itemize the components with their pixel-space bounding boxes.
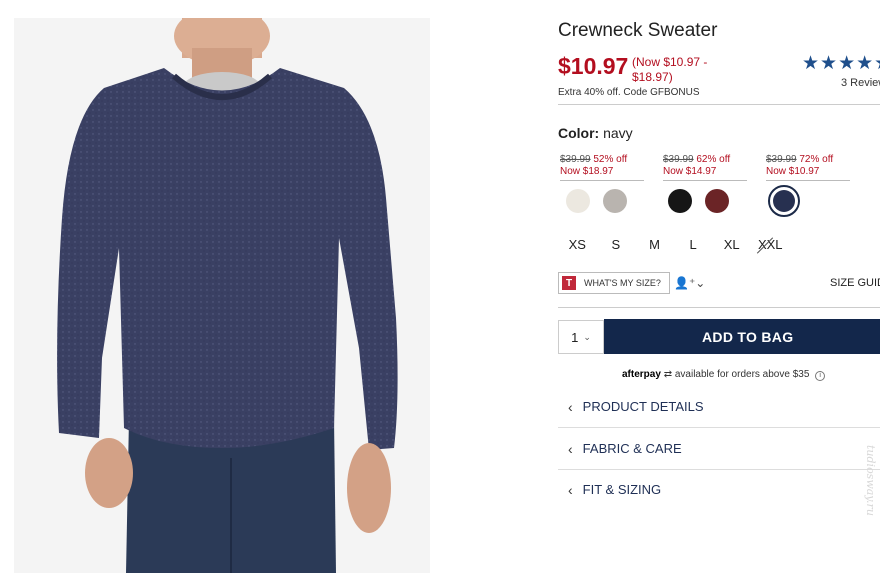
now-price: Now $10.97 <box>766 166 820 177</box>
original-price: $39.99 <box>663 154 694 165</box>
accordion-fabric-care[interactable]: ‹ FABRIC & CARE <box>558 428 880 469</box>
group-divider <box>766 180 850 181</box>
swatch-black[interactable] <box>668 189 692 213</box>
afterpay-logo: afterpay <box>622 369 661 380</box>
afterpay-logo-arrows-icon: ⇄ <box>663 369 673 380</box>
product-page: Crewneck Sweater $10.97 (Now $10.97 - $1… <box>0 0 880 573</box>
price-group-3: $39.99 72% off Now $10.97 <box>766 154 850 181</box>
afterpay-message: afterpay ⇄ available for orders above $3… <box>622 369 826 381</box>
swatch-heather-grey[interactable] <box>603 189 627 213</box>
quantity-value: 1 <box>571 329 579 345</box>
watermark: tudiosway.ru <box>864 445 877 516</box>
divider <box>558 104 880 105</box>
chevron-down-icon: ⌄ <box>583 331 591 342</box>
discount-percent: 72% off <box>799 154 834 165</box>
swatch-oatmeal[interactable] <box>566 189 590 213</box>
price-range: (Now $10.97 - $18.97) <box>632 55 708 84</box>
add-to-bag-button[interactable]: ADD TO BAG <box>604 319 880 354</box>
accordion-fit-sizing[interactable]: ‹ FIT & SIZING <box>558 469 880 510</box>
swatch-burgundy[interactable] <box>705 189 729 213</box>
price-group-1: $39.99 52% off Now $18.97 <box>560 154 644 181</box>
product-title: Crewneck Sweater <box>558 20 718 41</box>
reviews-link[interactable]: 3 Reviews <box>841 77 880 89</box>
accordion-label: FABRIC & CARE <box>582 441 682 456</box>
quantity-select[interactable]: 1 ⌄ <box>558 320 604 354</box>
whats-my-size-label: WHAT'S MY SIZE? <box>584 278 661 288</box>
whats-my-size-button[interactable]: T WHAT'S MY SIZE? <box>558 272 670 294</box>
size-selector: XS S M L XL XXL <box>558 237 790 252</box>
accordion-product-details[interactable]: ‹ PRODUCT DETAILS <box>558 386 880 427</box>
selected-color-name: navy <box>603 125 633 141</box>
chevron-left-icon: ‹ <box>568 398 573 415</box>
group-divider <box>663 180 747 181</box>
size-option[interactable]: L <box>674 237 713 252</box>
original-price: $39.99 <box>560 154 591 165</box>
now-price: Now $18.97 <box>560 166 614 177</box>
discount-percent: 52% off <box>593 154 628 165</box>
sale-price: $10.97 <box>558 53 629 79</box>
chevron-left-icon: ‹ <box>568 481 573 498</box>
size-option-unavailable[interactable]: XXL <box>751 237 790 252</box>
true-fit-logo-icon: T <box>562 276 576 290</box>
now-price: Now $14.97 <box>663 166 717 177</box>
accordion-label: PRODUCT DETAILS <box>582 399 704 414</box>
divider <box>558 307 880 308</box>
size-guide-link[interactable]: SIZE GUIDE <box>830 277 880 289</box>
original-price: $39.99 <box>766 154 797 165</box>
size-option[interactable]: S <box>597 237 636 252</box>
info-icon[interactable]: i <box>815 371 826 381</box>
size-option[interactable]: XS <box>558 237 597 252</box>
swatch-navy-fill <box>773 190 795 212</box>
discount-percent: 62% off <box>696 154 731 165</box>
fit-profile-icon[interactable]: 👤⁺⌄ <box>674 276 705 290</box>
color-label-title: Color: <box>558 125 600 141</box>
price-group-2: $39.99 62% off Now $14.97 <box>663 154 747 181</box>
size-option[interactable]: XL <box>712 237 751 252</box>
group-divider <box>560 180 644 181</box>
color-label: Color: navy <box>558 125 633 141</box>
size-option[interactable]: M <box>635 237 674 252</box>
swatch-navy-selected[interactable] <box>768 185 800 217</box>
rating-stars-icon[interactable]: ★★★★★ <box>802 52 880 75</box>
promo-code-text: Extra 40% off. Code GFBONUS <box>558 87 700 98</box>
accordion-label: FIT & SIZING <box>582 482 662 497</box>
chevron-left-icon: ‹ <box>568 440 573 457</box>
product-image[interactable] <box>14 18 430 573</box>
afterpay-text: available for orders above $35 <box>674 369 810 380</box>
